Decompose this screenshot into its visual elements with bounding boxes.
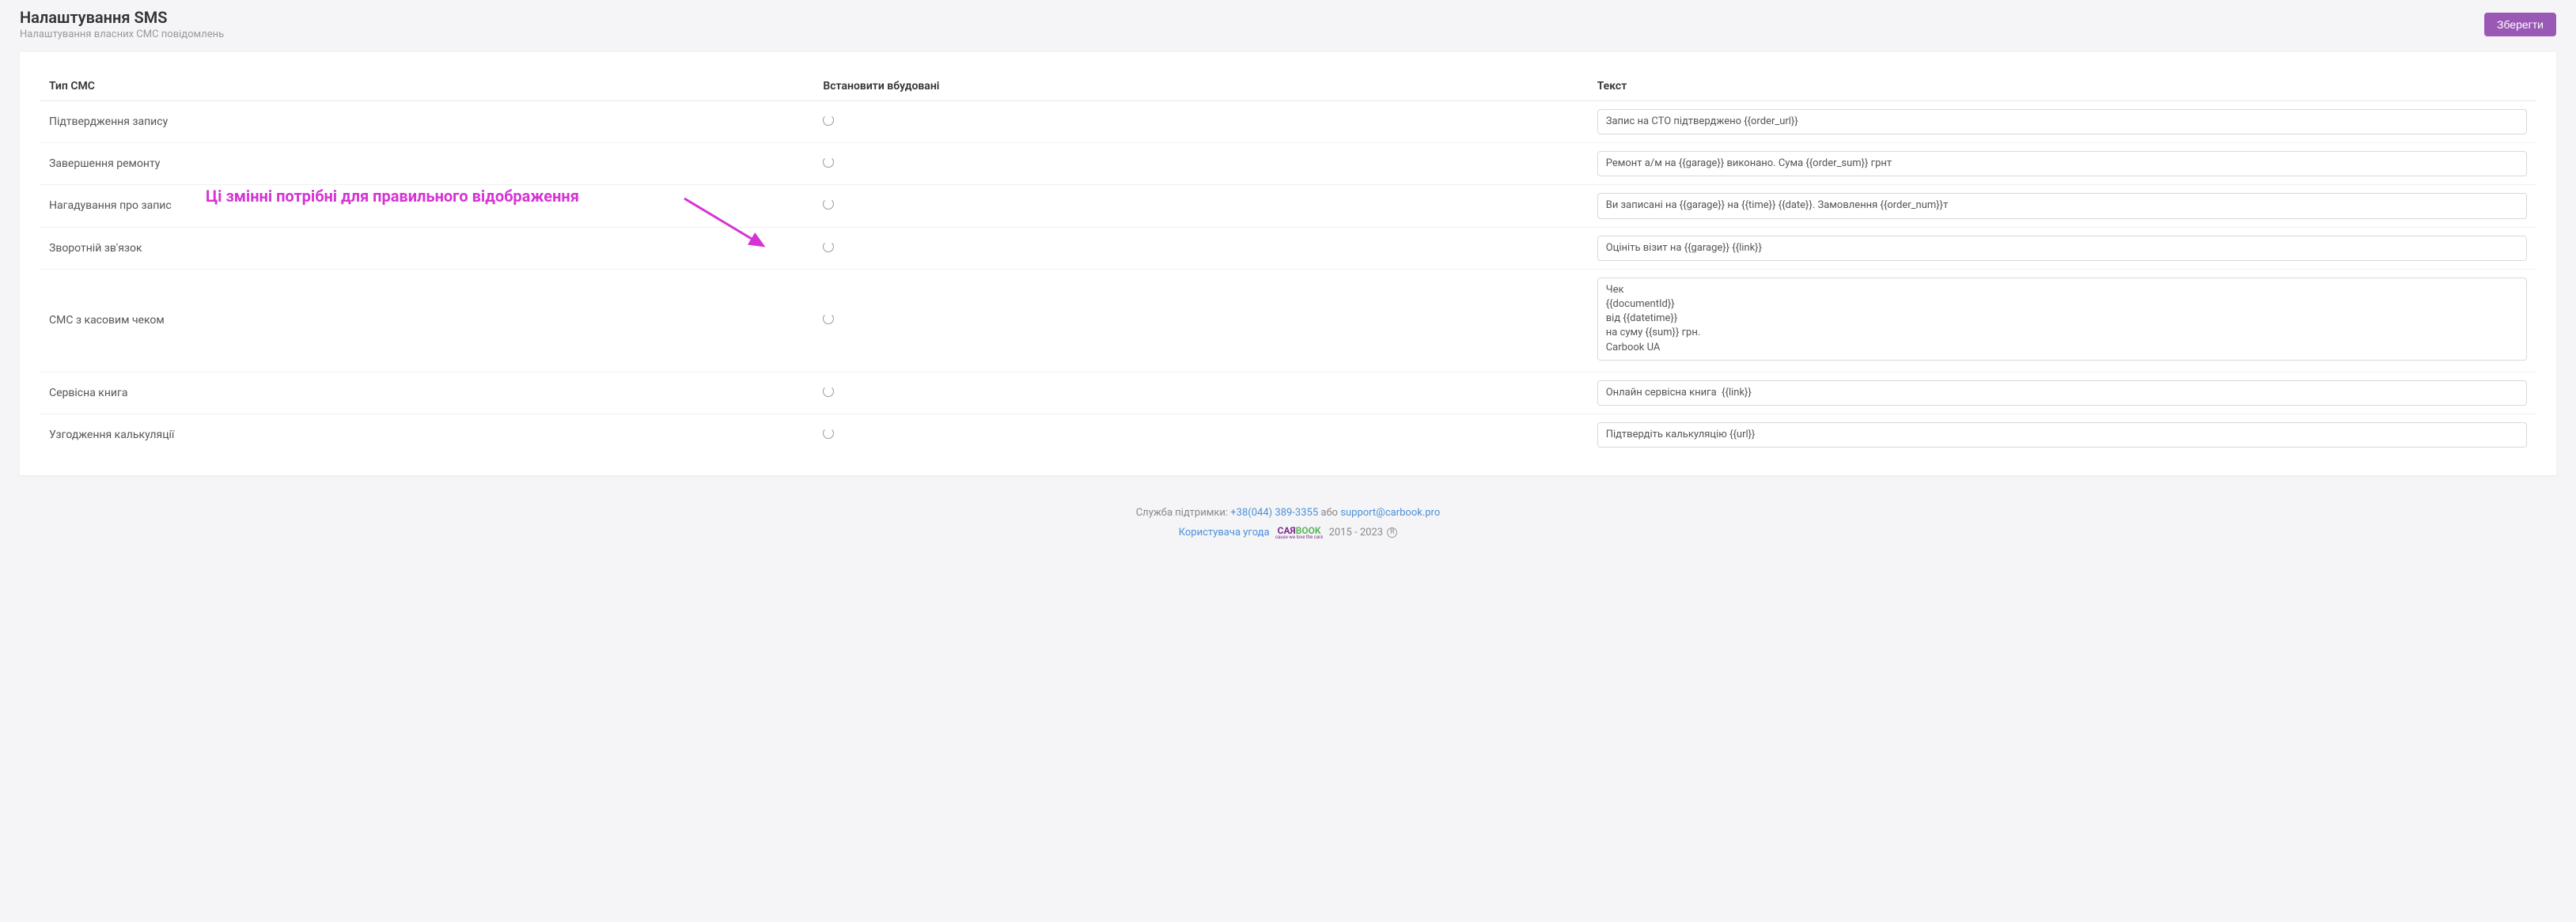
save-button[interactable]: Зберегти — [2484, 13, 2556, 36]
footer-or: або — [1320, 507, 1338, 519]
support-phone-link[interactable]: +38(044) 389-3355 — [1230, 507, 1318, 519]
loading-spinner-icon — [823, 313, 834, 324]
row-label: Завершення ремонту — [40, 143, 813, 185]
row-label: Нагадування про запис — [40, 185, 813, 227]
sms-text-input[interactable] — [1597, 109, 2527, 134]
row-label: Узгодження калькуляції — [40, 414, 813, 455]
table-row: СМС з касовим чеком — [40, 269, 2536, 372]
sms-text-input[interactable] — [1597, 380, 2527, 406]
loading-spinner-icon — [823, 241, 834, 252]
sms-table: Тип СМС Встановити вбудовані Текст Підтв… — [40, 72, 2536, 455]
row-label: Сервісна книга — [40, 372, 813, 414]
table-row: Узгодження калькуляції — [40, 414, 2536, 455]
support-label: Служба підтримки: — [1136, 507, 1228, 519]
row-label: Зворотній зв'язок — [40, 227, 813, 269]
sms-text-input[interactable] — [1597, 193, 2527, 218]
row-label: Підтвердження запису — [40, 101, 813, 143]
table-row: Підтвердження запису — [40, 101, 2536, 143]
loading-spinner-icon — [823, 157, 834, 168]
column-header-text: Текст — [1588, 72, 2536, 101]
loading-spinner-icon — [823, 115, 834, 126]
column-header-builtin: Встановити вбудовані — [813, 72, 1587, 101]
row-label: СМС з касовим чеком — [40, 269, 813, 372]
sms-text-input[interactable] — [1597, 236, 2527, 261]
sms-text-input[interactable] — [1597, 422, 2527, 448]
loading-spinner-icon — [823, 386, 834, 397]
table-row: Нагадування про запис — [40, 185, 2536, 227]
user-agreement-link[interactable]: Користувача угода — [1179, 527, 1270, 538]
support-email-link[interactable]: support@carbook.pro — [1340, 507, 1440, 519]
column-header-type: Тип СМС — [40, 72, 813, 101]
footer: Служба підтримки: +38(044) 389-3355 або … — [0, 475, 2576, 562]
page-title: Налаштування SMS — [20, 8, 224, 27]
sms-settings-card: Тип СМС Встановити вбудовані Текст Підтв… — [20, 52, 2556, 475]
table-row: Зворотній зв'язок — [40, 227, 2536, 269]
sms-text-textarea[interactable] — [1597, 278, 2527, 361]
page-subtitle: Налаштування власних СМС повідомлень — [20, 28, 224, 40]
sms-text-input[interactable] — [1597, 151, 2527, 176]
registered-icon: R — [1387, 527, 1397, 538]
footer-years: 2015 - 2023 — [1329, 527, 1384, 538]
carbook-logo: CAЯBOOK cause we love the cars — [1275, 525, 1324, 540]
table-row: Завершення ремонту — [40, 143, 2536, 185]
loading-spinner-icon — [823, 198, 834, 210]
loading-spinner-icon — [823, 428, 834, 439]
table-row: Сервісна книга — [40, 372, 2536, 414]
